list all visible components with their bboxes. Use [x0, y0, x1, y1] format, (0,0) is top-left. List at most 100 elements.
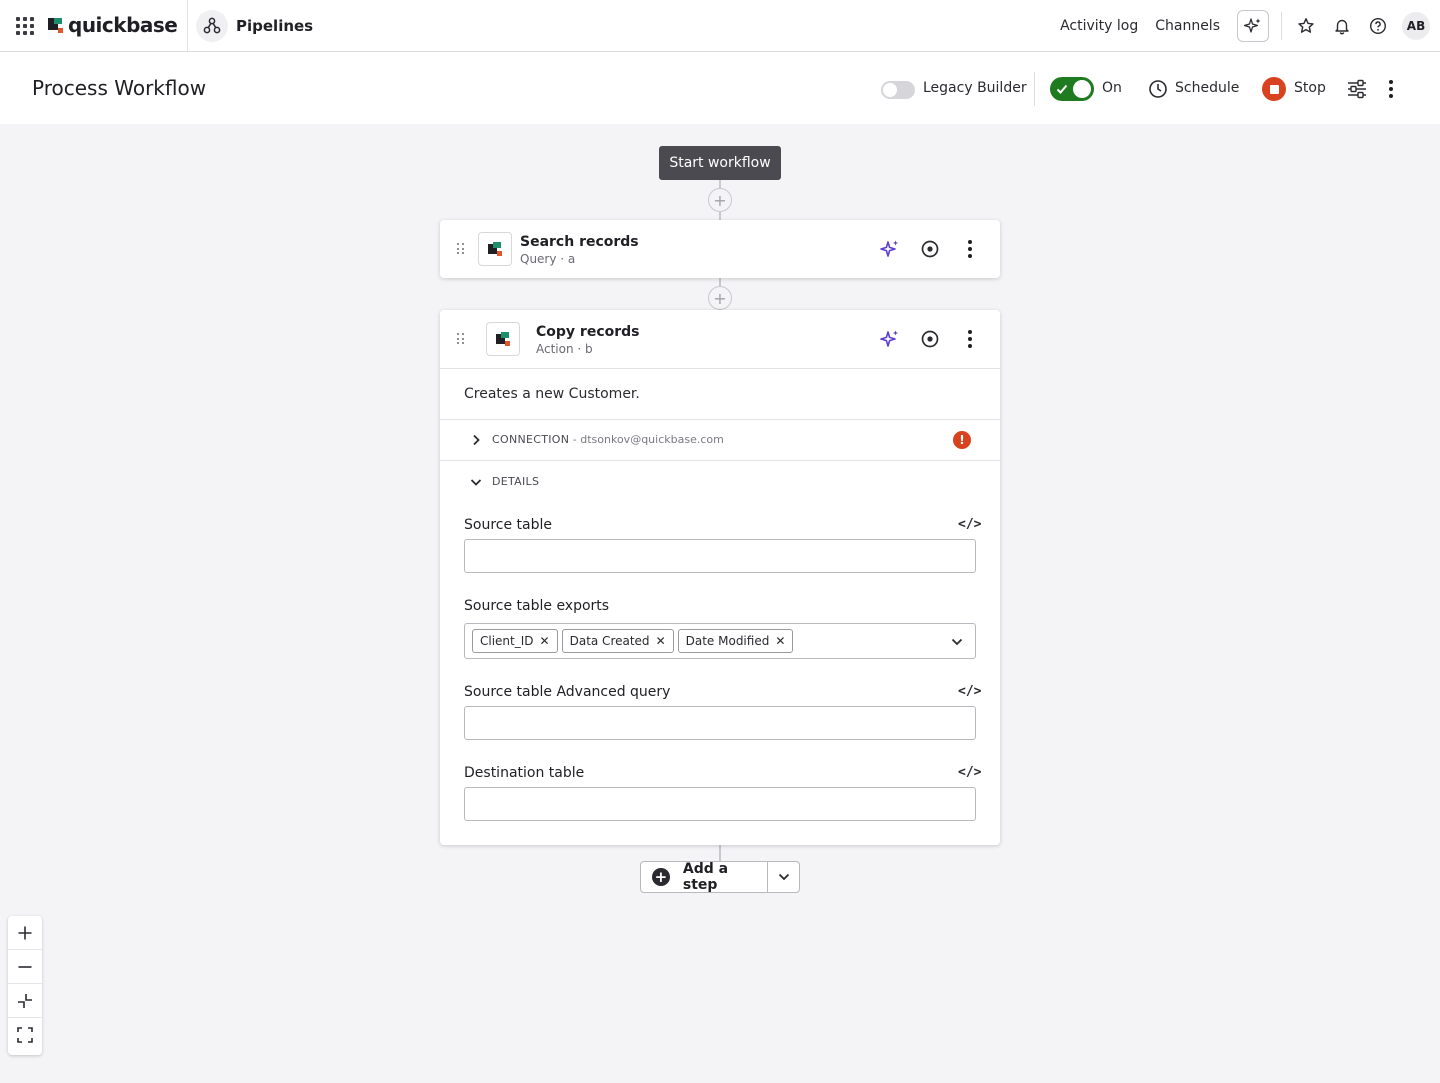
quickbase-logo[interactable]: quickbase — [48, 13, 178, 37]
plus-icon — [18, 926, 32, 939]
ai-sparkle-icon — [1244, 18, 1261, 33]
code-icon[interactable]: </> — [958, 765, 981, 780]
pipelines-icon — [196, 10, 228, 42]
connection-label: CONNECTION — [492, 433, 570, 446]
top-nav: quickbase Pipelines Activity log Channel… — [0, 0, 1440, 52]
on-label: On — [1102, 80, 1122, 96]
quickbase-logo-icon — [48, 16, 64, 34]
ai-sparkle-icon[interactable] — [880, 239, 900, 259]
connection-email: - dtsonkov@quickbase.com — [569, 433, 724, 446]
logo-text: quickbase — [68, 13, 178, 37]
avatar[interactable]: AB — [1402, 12, 1430, 40]
eye-icon[interactable] — [920, 329, 940, 349]
details-section[interactable]: DETAILS — [440, 461, 1000, 501]
header-separator — [1034, 72, 1035, 106]
stop-icon[interactable] — [1262, 77, 1286, 101]
step-description: Creates a new Customer. — [464, 386, 640, 402]
source-table-label: Source table — [464, 517, 552, 533]
tag-data-created: Data Created ✕ — [561, 629, 674, 653]
code-icon[interactable]: </> — [958, 517, 981, 532]
drag-handle-icon[interactable] — [457, 333, 465, 345]
destination-table-input[interactable] — [464, 787, 976, 821]
destination-table-label: Destination table — [464, 765, 585, 781]
minus-icon — [18, 965, 32, 968]
pipelines-app[interactable]: Pipelines — [196, 10, 313, 42]
fullscreen-icon — [17, 1027, 33, 1043]
start-workflow-button[interactable]: Start workflow — [659, 146, 781, 180]
tag-date-modified: Date Modified ✕ — [677, 629, 794, 653]
stop-button[interactable]: Stop — [1294, 80, 1326, 96]
source-exports-multiselect[interactable]: Client_ID ✕ Data Created ✕ Date Modified ✕ — [464, 623, 976, 659]
plus-icon: + — [652, 868, 670, 886]
zoom-out-button[interactable] — [8, 950, 42, 984]
remove-tag-icon[interactable]: ✕ — [656, 634, 666, 648]
source-table-input[interactable] — [464, 539, 976, 573]
tag-label: Data Created — [569, 634, 650, 648]
add-step-split-button: + Add a step — [640, 861, 800, 893]
page-header: Process Workflow Legacy Builder On Sched… — [0, 52, 1440, 124]
schedule-button[interactable]: Schedule — [1175, 80, 1239, 96]
legacy-builder-toggle[interactable] — [881, 81, 915, 99]
add-step-label: Add a step — [682, 861, 729, 893]
kebab-icon[interactable] — [1384, 78, 1398, 100]
step-card-copy-records[interactable]: Copy records Action · b Creates a new Cu… — [440, 310, 1000, 845]
tag-label: Date Modified — [685, 634, 770, 648]
ai-assistant-button[interactable] — [1237, 10, 1269, 42]
advanced-query-label: Source table Advanced query — [464, 684, 671, 700]
step-title: Copy records — [536, 324, 640, 340]
add-step-button[interactable]: + Add a step — [641, 861, 768, 893]
zoom-in-button[interactable] — [8, 916, 42, 950]
apps-grid-icon[interactable] — [16, 17, 34, 35]
code-icon[interactable]: </> — [958, 684, 981, 699]
nav-divider — [187, 0, 188, 51]
channels-link[interactable]: Channels — [1155, 18, 1220, 34]
source-exports-label: Source table exports — [464, 598, 610, 614]
check-icon — [1056, 84, 1068, 94]
help-icon[interactable] — [1366, 14, 1390, 38]
page-title: Process Workflow — [32, 76, 207, 100]
step-card-header: Search records Query · a — [440, 220, 1000, 278]
clock-icon[interactable] — [1148, 79, 1168, 99]
nav-right: Activity log Channels AB — [1060, 0, 1440, 52]
eye-icon[interactable] — [920, 239, 940, 259]
chevron-right-icon — [473, 434, 480, 446]
details-label: DETAILS — [492, 475, 540, 488]
chevron-down-icon — [778, 873, 789, 881]
kebab-icon[interactable] — [968, 240, 972, 258]
connector-line — [719, 845, 721, 861]
sliders-icon[interactable] — [1346, 79, 1368, 99]
zoom-controls — [8, 916, 42, 1055]
step-card-search-records[interactable]: Search records Query · a — [440, 220, 1000, 278]
kebab-icon[interactable] — [968, 330, 972, 348]
pipeline-on-toggle[interactable] — [1050, 77, 1094, 101]
ai-sparkle-icon[interactable] — [880, 329, 900, 349]
fit-icon — [18, 993, 32, 1008]
insert-step-plus-icon[interactable]: + — [708, 188, 732, 212]
fullscreen-button[interactable] — [8, 1018, 42, 1052]
fit-view-button[interactable] — [8, 984, 42, 1018]
nav-separator — [1281, 12, 1282, 40]
step-title: Search records — [520, 234, 639, 250]
connection-text: CONNECTION - dtsonkov@quickbase.com — [492, 433, 724, 446]
remove-tag-icon[interactable]: ✕ — [540, 634, 550, 648]
quickbase-app-icon — [478, 232, 512, 266]
legacy-builder-label: Legacy Builder — [923, 80, 1027, 96]
insert-step-plus-icon[interactable]: + — [708, 286, 732, 310]
step-subtitle: Action · b — [536, 342, 593, 356]
step-card-header: Copy records Action · b — [440, 310, 1000, 368]
drag-handle-icon[interactable] — [457, 243, 465, 255]
warning-icon[interactable]: ! — [953, 431, 971, 449]
quickbase-app-icon — [486, 322, 520, 356]
activity-log-link[interactable]: Activity log — [1060, 18, 1138, 34]
bell-icon[interactable] — [1330, 14, 1354, 38]
advanced-query-input[interactable] — [464, 706, 976, 740]
star-icon[interactable] — [1294, 14, 1318, 38]
remove-tag-icon[interactable]: ✕ — [775, 634, 785, 648]
step-subtitle: Query · a — [520, 252, 576, 266]
tag-label: Client_ID — [480, 634, 534, 648]
chevron-down-icon[interactable] — [951, 637, 963, 647]
connection-section[interactable]: CONNECTION - dtsonkov@quickbase.com ! — [440, 420, 1000, 460]
chevron-down-icon — [470, 479, 482, 486]
add-step-dropdown[interactable] — [768, 862, 799, 892]
pipelines-label: Pipelines — [236, 17, 314, 35]
